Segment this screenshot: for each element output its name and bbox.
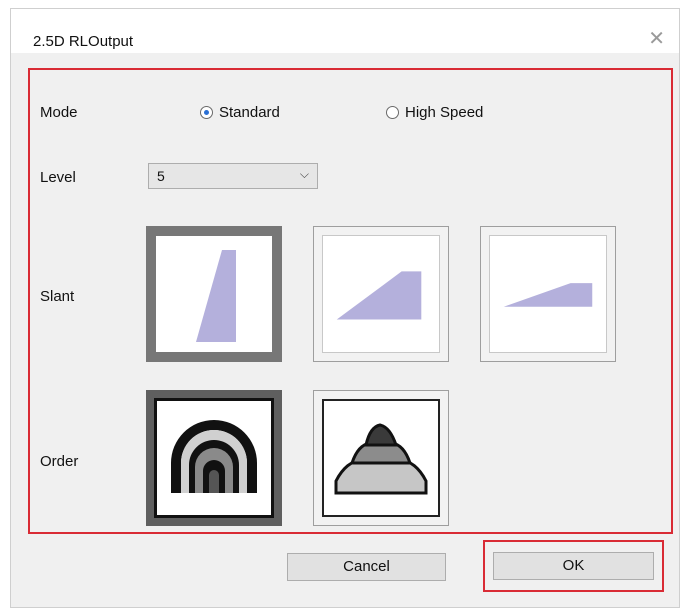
order-label: Order xyxy=(40,453,79,470)
window-title: 2.5D RLOutput xyxy=(33,33,134,50)
chevron-down-icon: ⌵ xyxy=(299,167,309,181)
slant-option-medium[interactable] xyxy=(313,226,449,362)
level-label: Level xyxy=(40,169,76,186)
cancel-button[interactable]: Cancel xyxy=(287,553,446,581)
level-value: 5 xyxy=(157,168,165,184)
close-icon[interactable]: ✕ xyxy=(648,29,665,49)
title-bar: 2.5D RLOutput ✕ xyxy=(11,9,679,53)
slant-option-steep[interactable] xyxy=(146,226,282,362)
mode-high-speed-label: High Speed xyxy=(405,104,484,121)
mode-standard-radio[interactable]: Standard xyxy=(200,104,280,121)
options-group: Mode Standard High Speed Level 5 ⌵ Slant xyxy=(28,68,673,534)
ok-button[interactable]: OK xyxy=(493,552,654,580)
slant-label: Slant xyxy=(40,288,75,305)
rloutput-dialog: 2.5D RLOutput ✕ Mode Standard High Speed… xyxy=(10,8,680,608)
level-dropdown[interactable]: 5 ⌵ xyxy=(148,163,318,189)
radio-unselected-icon xyxy=(386,106,399,119)
order-option-stacked[interactable] xyxy=(313,390,449,526)
ok-highlight: OK xyxy=(483,540,664,592)
slant-medium-icon xyxy=(336,271,422,320)
slant-shallow-icon xyxy=(503,283,593,307)
mode-standard-label: Standard xyxy=(219,104,280,121)
mode-label: Mode xyxy=(40,104,78,121)
order-option-concentric[interactable] xyxy=(146,390,282,526)
slant-steep-icon xyxy=(196,250,236,342)
mode-high-speed-radio[interactable]: High Speed xyxy=(386,104,483,121)
order-concentric-icon xyxy=(171,420,257,493)
radio-selected-icon xyxy=(200,106,213,119)
order-stacked-icon xyxy=(334,423,428,495)
slant-option-shallow[interactable] xyxy=(480,226,616,362)
